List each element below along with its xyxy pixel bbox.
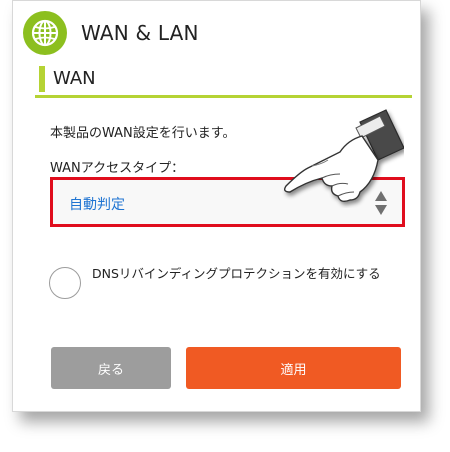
- section-marker: [39, 66, 45, 92]
- screen: WAN & LAN WAN 本製品のWAN設定を行います。 WANアクセスタイプ…: [0, 0, 450, 452]
- section-divider: [35, 95, 412, 98]
- page-header: WAN & LAN: [23, 11, 199, 55]
- apply-button[interactable]: 適用: [186, 347, 401, 389]
- back-button[interactable]: 戻る: [51, 347, 171, 389]
- globe-icon: [23, 11, 67, 55]
- section-title: WAN: [53, 68, 96, 89]
- section-description: 本製品のWAN設定を行います。: [50, 126, 236, 141]
- pointing-hand-icon: [282, 108, 405, 208]
- dns-rebinding-label: DNSリバインディングプロテクションを有効にする: [92, 266, 381, 281]
- wan-access-type-value: 自動判定: [69, 197, 125, 213]
- page-title: WAN & LAN: [81, 21, 199, 45]
- wan-access-type-label: WANアクセスタイプ：: [50, 161, 185, 176]
- dns-rebinding-checkbox[interactable]: [49, 267, 81, 299]
